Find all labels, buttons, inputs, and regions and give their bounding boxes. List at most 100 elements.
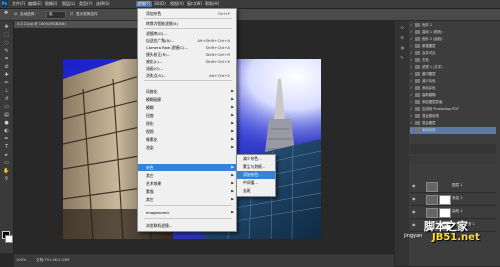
- auto-select-checkbox[interactable]: ☑: [14, 12, 17, 16]
- lasso-tool-icon[interactable]: ◌: [3, 40, 10, 46]
- menu-item-other-2[interactable]: 其它 ▶: [138, 196, 236, 203]
- menu-item-imagenomic[interactable]: Imagenomic ▶: [138, 209, 236, 216]
- menu-item-video[interactable]: 视频 ▶: [138, 128, 236, 135]
- eye-icon[interactable]: ◉: [412, 183, 416, 188]
- adjustments-panel-icon[interactable]: ◑: [398, 45, 406, 51]
- document-size: 文档:791.4K/1.03M: [36, 258, 70, 262]
- menu-item-liquify[interactable]: 液化(L)... Shift+Ctrl+X: [138, 58, 236, 65]
- history-item[interactable]: ✓ 合并可见: [410, 50, 496, 57]
- menu-view[interactable]: 视图(V): [170, 1, 184, 7]
- eye-icon[interactable]: ◉: [412, 196, 416, 201]
- submenu-item-despeckle[interactable]: 去斑: [237, 187, 275, 195]
- stamp-tool-icon[interactable]: ⊥: [3, 88, 10, 94]
- menu-item-filter-gallery[interactable]: 滤镜库(G)...: [138, 30, 236, 37]
- dodge-tool-icon[interactable]: ◐: [3, 128, 10, 134]
- menu-item-sketch[interactable]: 素描 ▶: [138, 188, 236, 195]
- menu-3d[interactable]: 3D(D): [154, 1, 166, 6]
- history-item[interactable]: ✓ 滤镜 1 (文字): [410, 64, 496, 71]
- menu-item-lens-correction[interactable]: 镜头校正(R)... Shift+Ctrl+R: [138, 51, 236, 58]
- history-item[interactable]: ✓ 盖印图层: [410, 71, 496, 78]
- move-tool-icon[interactable]: ✥: [3, 24, 10, 30]
- menu-item-blur[interactable]: 模糊 ▶: [138, 104, 236, 111]
- history-brush-tool-icon[interactable]: ↺: [3, 96, 10, 102]
- show-transform-checkbox[interactable]: ☐: [70, 12, 73, 16]
- brush-tool-icon[interactable]: ✏: [3, 80, 10, 86]
- menu-type[interactable]: 类型(Y): [79, 1, 93, 7]
- history-item[interactable]: ✓ 混合图层: [410, 120, 496, 127]
- history-item[interactable]: ✓ 添加图层蒙版: [410, 99, 496, 106]
- menu-item-camera-raw[interactable]: Camera Raw 滤镜(C)... Shift+Ctrl+A: [138, 44, 236, 51]
- menu-item-vanishing-point[interactable]: 消失点(V)... Alt+Ctrl+V: [138, 72, 236, 79]
- history-item[interactable]: ✓ 高斯模糊: [410, 92, 496, 99]
- layer-row[interactable]: ◉ 图层 1: [410, 180, 496, 193]
- submenu-arrow-icon: ▶: [231, 145, 234, 149]
- healing-tool-icon[interactable]: ✚: [3, 72, 10, 78]
- marquee-tool-icon[interactable]: ⬚: [3, 32, 10, 38]
- eraser-tool-icon[interactable]: ▭: [3, 104, 10, 110]
- blur-tool-icon[interactable]: ●: [3, 120, 10, 126]
- history-item[interactable]: ✓ 曲线 1 (颜色): [410, 29, 496, 36]
- pen-tool-icon[interactable]: ✒: [3, 136, 10, 142]
- menu-item-oil-paint[interactable]: 油画(O)...: [138, 65, 236, 72]
- gradient-tool-icon[interactable]: ▤: [3, 112, 10, 118]
- history-item[interactable]: ✓ 色阶 2 (曲线): [410, 36, 496, 43]
- history-item[interactable]: ✓ 新建图层: [410, 43, 496, 50]
- type-tool-icon[interactable]: T: [3, 144, 10, 150]
- menu-edit[interactable]: 编辑(E): [28, 1, 42, 7]
- document-tab[interactable]: 4.2.2.jpg @ 100%(RGB/8#): [14, 21, 137, 28]
- brush-panel-icon[interactable]: ✎: [398, 55, 406, 61]
- history-panel-icon[interactable]: ⟲: [398, 25, 406, 31]
- submenu-item-median[interactable]: 中间值...: [237, 179, 275, 187]
- auto-select-value: 组: [49, 12, 53, 16]
- history-item[interactable]: ✓ 色阶 1: [410, 22, 496, 29]
- quick-select-tool-icon[interactable]: ✎: [3, 48, 10, 54]
- history-item-selected[interactable]: ✓ 添加杂色: [410, 127, 496, 134]
- menu-item-render[interactable]: 渲染 ▶: [138, 144, 236, 151]
- noise-submenu: 减少杂色... 蒙尘与划痕... 添加杂色... 中间值... 去斑: [236, 154, 276, 197]
- shape-tool-icon[interactable]: ▭: [3, 160, 10, 166]
- menu-item-distort[interactable]: 扭曲 ▶: [138, 112, 236, 119]
- history-item[interactable]: ✓ 去色: [410, 57, 496, 64]
- menu-image[interactable]: 图像(I): [45, 1, 57, 7]
- hand-tool-icon[interactable]: ✋: [3, 168, 10, 174]
- watermark-site: JB51.net: [432, 232, 480, 243]
- submenu-item-reduce-noise[interactable]: 减少杂色...: [237, 155, 275, 163]
- menu-layer[interactable]: 图层(L): [62, 1, 75, 7]
- menu-item-adaptive-wide-angle[interactable]: 自适应广角(A)... Alt+Shift+Ctrl+A: [138, 37, 236, 44]
- history-item[interactable]: ✓ 减少杂色: [410, 78, 496, 85]
- menu-file[interactable]: 文件(F): [12, 1, 25, 7]
- history-item[interactable]: ✓ 应用到 Photoshop PDF: [410, 106, 496, 113]
- menu-separator: [144, 18, 232, 19]
- menu-item-browse-online-filters[interactable]: 浏览联机滤镜...: [138, 222, 236, 229]
- background-color-swatch[interactable]: [5, 235, 13, 243]
- zoom-level[interactable]: 100%: [16, 258, 26, 262]
- menu-item-sharpen[interactable]: 锐化 ▶: [138, 120, 236, 127]
- menu-filter[interactable]: 滤镜(T): [136, 1, 152, 7]
- submenu-arrow-icon: ▶: [231, 210, 234, 214]
- history-item[interactable]: ✓ 添加杂色: [410, 85, 496, 92]
- submenu-item-dust-scratches[interactable]: 蒙尘与划痕...: [237, 163, 275, 171]
- submenu-item-add-noise[interactable]: 添加杂色...: [237, 171, 275, 179]
- menu-item-other[interactable]: 其它 ▶: [138, 172, 236, 179]
- eyedropper-tool-icon[interactable]: ⊘: [3, 64, 10, 70]
- path-select-tool-icon[interactable]: ▸: [3, 152, 10, 158]
- move-tool-icon: ✥: [4, 10, 9, 16]
- menu-item-last-filter[interactable]: 添加杂色 Ctrl+F: [138, 10, 236, 17]
- menu-separator: [144, 80, 232, 81]
- options-bar: ✥ ☑ 自动选择： 组 ☐ 显示变换控件: [0, 9, 500, 21]
- menu-help[interactable]: 帮助(H): [205, 1, 219, 7]
- menu-item-artistic[interactable]: 艺术效果 ▶: [138, 180, 236, 187]
- menu-item-noise[interactable]: 杂色 ▶: [138, 164, 236, 171]
- properties-panel-icon[interactable]: ☰: [398, 35, 406, 41]
- history-item[interactable]: ✓ 混合颜色带: [410, 113, 496, 120]
- menu-select[interactable]: 选择(S): [96, 1, 110, 7]
- crop-tool-icon[interactable]: ⌗: [3, 56, 10, 62]
- eye-icon[interactable]: ◉: [412, 209, 416, 214]
- menu-window[interactable]: 窗口(W): [187, 1, 202, 7]
- zoom-tool-icon[interactable]: ⚲: [3, 176, 10, 182]
- layer-row[interactable]: ◉ 渐变 2: [410, 193, 496, 206]
- menu-item-stylize[interactable]: 风格化 ▶: [138, 88, 236, 95]
- menu-item-convert-smart-filter[interactable]: 转换为智能滤镜(S): [138, 20, 236, 27]
- menu-item-pixelate[interactable]: 像素化 ▶: [138, 136, 236, 143]
- menu-item-blur-gallery[interactable]: 模糊画廊 ▶: [138, 96, 236, 103]
